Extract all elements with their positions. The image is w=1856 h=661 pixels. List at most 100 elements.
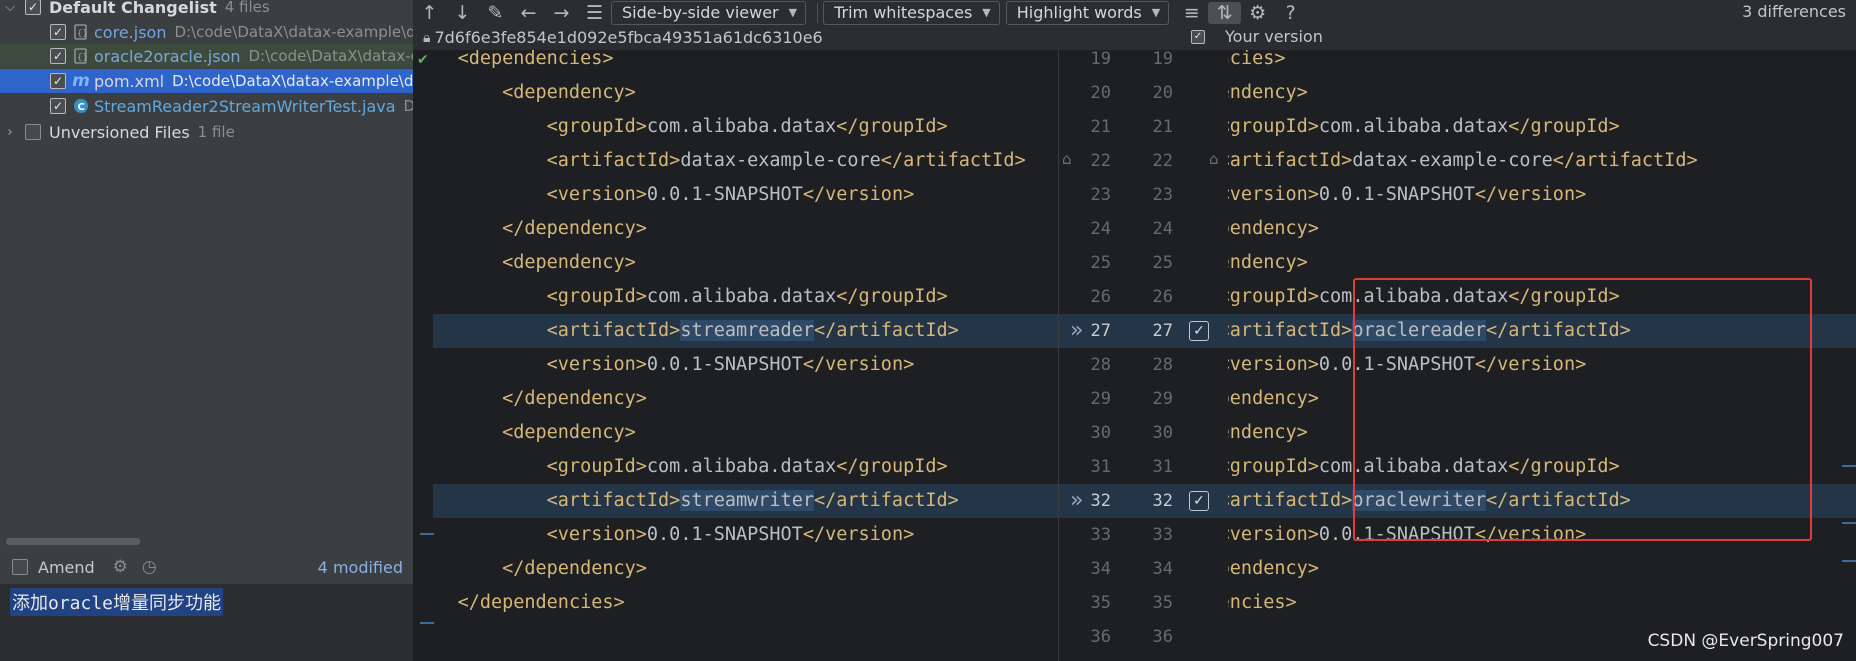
left-line-number: 22 — [1090, 151, 1111, 171]
revision-bar: 🔒︎ 7d6f6e3fe854e1d092e5fbca49351a61dc631… — [413, 25, 1856, 50]
viewer-dropdown[interactable]: Side-by-side viewer ▼ — [611, 0, 807, 25]
caret-down-icon: ▼ — [1151, 6, 1161, 19]
arrow-right-icon[interactable]: → — [545, 2, 578, 24]
change-marker[interactable] — [420, 622, 434, 624]
file-checkbox[interactable]: ✓ — [50, 73, 66, 89]
file-name: StreamReader2StreamWriterTest.java — [94, 96, 396, 116]
code-line: <groupId>com.alibaba.datax</groupId> — [1228, 116, 1620, 137]
left-line-number: 29 — [1090, 389, 1111, 409]
right-line-number: 37 — [1133, 654, 1173, 661]
whitespace-dropdown[interactable]: Trim whitespaces ▼ — [823, 0, 1000, 25]
arrow-left-icon[interactable]: ← — [512, 2, 545, 24]
code-line: </dependency> — [502, 218, 647, 239]
left-line-number: 30 — [1090, 423, 1111, 443]
left-line-number: 25 — [1090, 253, 1111, 273]
apply-change-icon[interactable]: » — [1070, 314, 1083, 348]
unversioned-files-row[interactable]: › Unversioned Files 1 file — [0, 120, 413, 144]
code-line: <groupId>com.alibaba.datax</groupId> — [546, 286, 948, 307]
svg-text:{}: {} — [77, 29, 88, 39]
arrow-down-icon[interactable]: ↓ — [446, 2, 479, 24]
code-line: <artifactId>datax-example-core</artifact… — [1228, 150, 1698, 171]
right-line-number: 22 — [1152, 151, 1173, 171]
unversioned-checkbox[interactable] — [25, 124, 41, 140]
code-line: </dependency> — [1228, 558, 1319, 579]
file-path: D:\code\DataX\datax-ex — [248, 47, 414, 65]
fold-marker-icon[interactable]: ⌂ — [1209, 150, 1219, 168]
commit-message-editor[interactable]: 添加oracle增量同步功能 — [0, 584, 413, 661]
change-marker[interactable] — [420, 533, 434, 535]
changelist-header[interactable]: ⌵ ✓ Default Changelist 4 files — [0, 0, 413, 19]
code-line: </dependencies> — [457, 592, 625, 613]
settings-gear-icon[interactable]: ⚙ — [1241, 2, 1274, 24]
changelist-count: 4 files — [224, 0, 270, 16]
left-line-number: 19 — [1090, 50, 1111, 69]
file-name: core.json — [94, 22, 167, 42]
arrow-up-icon[interactable]: ↑ — [413, 2, 446, 24]
modified-count[interactable]: 4 modified — [318, 558, 403, 577]
apply-change-icon[interactable]: » — [1070, 484, 1083, 518]
file-path: D:\code\DataX\datax-example\da — [174, 23, 413, 41]
differences-count: 3 differences — [1742, 2, 1846, 21]
revision-hash: 7d6f6e3fe854e1d092e5fbca49351a61dc6310e6 — [434, 28, 823, 47]
left-line-number: 24 — [1090, 219, 1111, 239]
file-checkbox[interactable]: ✓ — [50, 98, 66, 114]
left-line-number: 33 — [1090, 525, 1111, 545]
change-marker[interactable] — [1842, 465, 1856, 467]
lock-icon: 🔒︎ — [423, 29, 431, 46]
fold-marker-icon[interactable]: ⌂ — [1062, 150, 1072, 168]
file-row-oracle2oracle-json[interactable]: ✓ {} oracle2oracle.json D:\code\DataX\da… — [0, 44, 413, 68]
highlight-dropdown[interactable]: Highlight words ▼ — [1005, 0, 1170, 25]
code-line: <dependency> — [502, 252, 636, 273]
right-line-number: 19 — [1152, 50, 1173, 69]
horizontal-scrollbar[interactable] — [6, 538, 140, 545]
code-line: <dependency> — [502, 82, 636, 103]
include-change-checkbox[interactable]: ✓ — [1189, 321, 1209, 341]
edit-pencil-icon[interactable]: ✎ — [479, 2, 512, 24]
code-line: <dependency> — [502, 422, 636, 443]
code-line: <artifactId>streamreader</artifactId> — [546, 320, 959, 341]
code-line: </dependency> — [1228, 388, 1319, 409]
changelist-checkbox[interactable]: ✓ — [25, 0, 41, 15]
code-line: </dependency> — [1228, 218, 1319, 239]
chevron-down-icon[interactable]: ⌵ — [3, 0, 17, 15]
list-icon[interactable]: ☰ — [578, 2, 611, 24]
viewer-dropdown-label: Side-by-side viewer — [622, 3, 779, 22]
left-line-number: 23 — [1090, 185, 1111, 205]
left-line-number: 21 — [1090, 117, 1111, 137]
chevron-right-icon[interactable]: › — [3, 125, 17, 140]
code-line: <version>0.0.1-SNAPSHOT</version> — [1228, 184, 1587, 205]
code-line: <dependency> — [1228, 82, 1308, 103]
code-line: </dependency> — [502, 388, 647, 409]
diff-left-editor[interactable]: <dependencies> <dependency> <groupId>com… — [413, 50, 1058, 661]
include-change-checkbox[interactable]: ✓ — [1189, 491, 1209, 511]
diff-toolbar: ↑ ↓ ✎ ← → ☰ Side-by-side viewer ▼ Trim w… — [413, 0, 1856, 25]
amend-label[interactable]: Amend — [38, 558, 95, 577]
svg-text:C: C — [78, 102, 85, 113]
svg-text:{}: {} — [77, 53, 88, 63]
code-line: </dependencies> — [1228, 592, 1297, 613]
right-line-number: 36 — [1152, 627, 1173, 647]
right-line-number: 24 — [1152, 219, 1173, 239]
file-name: pom.xml — [94, 71, 165, 91]
amend-checkbox[interactable] — [12, 559, 28, 575]
sync-scroll-icon[interactable]: ⇅ — [1208, 1, 1242, 24]
file-checkbox[interactable]: ✓ — [50, 24, 66, 40]
history-clock-icon[interactable]: ◷ — [142, 557, 157, 577]
left-line-number: 37 — [1071, 654, 1111, 661]
file-path: D:\code\DataX\datax-example\da — [172, 72, 413, 90]
code-line: <dependency> — [1228, 252, 1308, 273]
change-marker[interactable] — [1842, 560, 1856, 562]
file-row-core-json[interactable]: ✓ {} core.json D:\code\DataX\datax-examp… — [0, 20, 413, 44]
change-marker[interactable] — [1842, 522, 1856, 524]
file-path: D:\co — [403, 97, 413, 115]
gear-icon[interactable]: ⚙ — [113, 557, 128, 577]
help-icon[interactable]: ? — [1274, 2, 1307, 24]
your-version-checkbox[interactable]: ✓ — [1191, 30, 1205, 44]
code-line: <version>0.0.1-SNAPSHOT</version> — [546, 354, 915, 375]
collapse-unchanged-icon[interactable]: ≡ — [1175, 2, 1208, 24]
changes-panel: ⌵ ✓ Default Changelist 4 files ✓ {} core… — [0, 0, 413, 661]
file-row-streamreader-test[interactable]: ✓ C StreamReader2StreamWriterTest.java D… — [0, 94, 413, 118]
file-row-pom-xml[interactable]: ✓ m pom.xml D:\code\DataX\datax-example\… — [0, 69, 413, 93]
file-checkbox[interactable]: ✓ — [50, 48, 66, 64]
right-line-number: 28 — [1152, 355, 1173, 375]
